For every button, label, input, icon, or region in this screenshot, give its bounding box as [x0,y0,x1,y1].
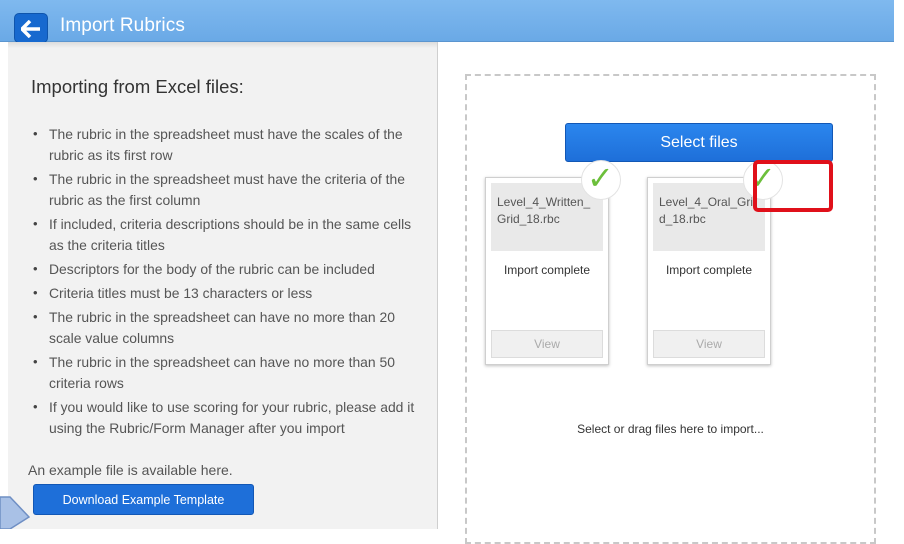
list-item: The rubric in the spreadsheet can have n… [31,307,426,349]
select-files-button[interactable]: Select files [565,123,833,162]
file-drop-zone[interactable]: Select files Level_4_Written_Grid_18.rbc… [465,74,876,544]
instructions-list: The rubric in the spreadsheet must have … [31,124,426,442]
drop-hint-text: Select or drag files here to import... [577,422,764,436]
page-title: Import Rubrics [60,15,185,36]
list-item: The rubric in the spreadsheet must have … [31,169,426,211]
example-file-text: An example file is available here. [28,462,233,478]
list-item: If you would like to use scoring for you… [31,397,426,439]
download-example-button[interactable]: Download Example Template [33,484,254,515]
list-item: Descriptors for the body of the rubric c… [31,259,426,280]
view-button[interactable]: View [491,330,603,358]
view-button[interactable]: View [653,330,765,358]
title-bar: Import Rubrics [0,0,904,43]
list-item: The rubric in the spreadsheet must have … [31,124,426,166]
import-status: Import complete [503,263,591,277]
file-name: Level_4_Written_Grid_18.rbc [497,195,591,226]
highlight-box [753,160,833,212]
import-status: Import complete [665,263,753,277]
back-button[interactable] [14,13,48,43]
arrow-left-icon [21,20,40,38]
list-item: Criteria titles must be 13 characters or… [31,283,426,304]
list-item: The rubric in the spreadsheet can have n… [31,352,426,394]
list-item: If included, criteria descriptions shoul… [31,214,426,256]
file-name: Level_4_Oral_Grid_18.rbc [659,195,754,226]
pointer-arrow-icon [0,496,30,529]
file-card: Level_4_Written_Grid_18.rbc Import compl… [485,177,609,365]
panel-shadow [8,42,437,48]
checkmark-icon: ✓ [581,159,621,200]
instructions-heading: Importing from Excel files: [31,76,244,97]
window-edge [894,0,904,529]
instructions-panel: Importing from Excel files: The rubric i… [8,42,438,529]
upload-panel: Select files Level_4_Written_Grid_18.rbc… [439,42,894,544]
